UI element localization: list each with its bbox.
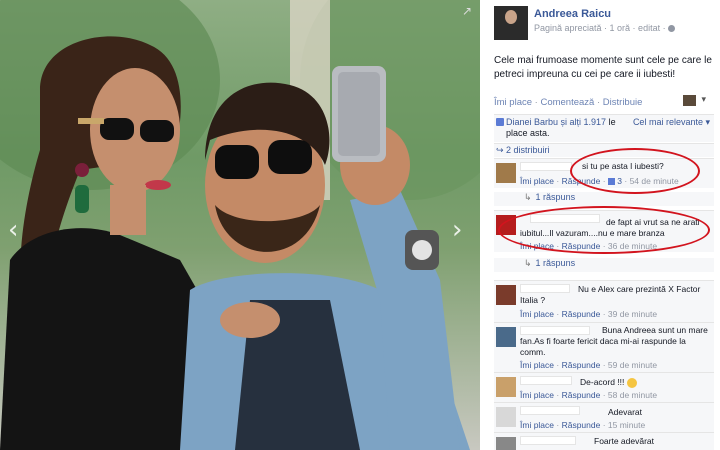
comment: Foarte adevărat [494,432,714,450]
comment: si tu pe asta l iubesti? Îmi place · Răs… [494,158,714,188]
page-thumbnail[interactable] [683,95,696,106]
comment-button[interactable]: Comentează [540,97,594,108]
reply-arrow-icon: ↳ [524,192,532,202]
post-actions: Îmi place · Comentează · Distribuie [494,97,642,108]
comment-reply-button[interactable]: Răspunde [562,176,601,186]
comment: de fapt ai vrut sa ne arati iubitul...Il… [494,210,714,252]
likes-text: Dianei Barbu și alți 1.917 le place asta… [506,117,626,139]
comment-like-button[interactable]: Îmi place [520,420,554,430]
comment-text: Nu e Alex care prezintă X Factor Italia … [520,284,701,305]
comment-time[interactable]: 58 de minute [608,390,657,400]
comment-actions: Îmi place · Răspunde · 58 de minute [520,390,658,400]
comment-reply-button[interactable]: Răspunde [562,360,601,370]
comment-reply-button[interactable]: Răspunde [562,309,601,319]
comment-sort-dropdown[interactable]: Cel mai relevante ▾ [633,117,710,128]
comment-actions: Îmi place · Răspunde · 36 de minute [520,241,658,251]
commenter-avatar[interactable] [496,215,516,235]
post-header: Andreea Raicu Pagină apreciată · 1 oră ·… [494,6,714,46]
commenter-avatar[interactable] [496,437,516,450]
comment-actions: Îmi place · Răspunde · 3 · 54 de minute [520,176,679,186]
expand-icon[interactable]: ↗ [462,4,472,18]
like-button[interactable]: Îmi place [494,97,532,108]
comment-time[interactable]: 15 minute [608,420,645,430]
post-text: Cele mai frumoase momente sunt cele pe c… [494,55,712,80]
comment-text: Foarte adevărat [594,436,655,446]
comment-text: De-acord !!! [580,377,700,388]
commenter-name-redacted [520,376,572,385]
author-name[interactable]: Andreea Raicu [534,8,611,20]
comment-time[interactable]: 59 de minute [608,360,657,370]
comment: Nu e Alex care prezintă X Factor Italia … [494,280,714,322]
globe-icon [668,25,676,33]
commenter-name-redacted [520,162,572,171]
replies-link[interactable]: ↳ 1 răspuns [494,192,714,206]
commenter-avatar[interactable] [496,285,516,305]
comment-actions: Îmi place · Răspunde · 59 de minute [520,360,658,370]
commenter-name-redacted [520,436,576,445]
post-meta: Pagină apreciată · 1 oră · editat · [534,23,676,33]
comment: De-acord !!! Îmi place · Răspunde · 58 d… [494,372,714,402]
comment-text: si tu pe asta l iubesti? [582,161,664,171]
comment-like-button[interactable]: Îmi place [520,360,554,370]
author-avatar[interactable] [494,6,528,40]
comment-like-button[interactable]: Îmi place [520,390,554,400]
dropdown-arrow-icon[interactable]: ▾ [701,94,706,105]
comment-text: de fapt ai vrut sa ne arati iubitul...Il… [520,217,700,238]
commenter-avatar[interactable] [496,377,516,397]
comment-reply-button[interactable]: Răspunde [562,390,601,400]
comments-panel: Andreea Raicu Pagină apreciată · 1 oră ·… [480,0,720,450]
comment-like-button[interactable]: Îmi place [520,241,554,251]
comment-text: Buna Andreea sunt un mare fan.As fi foar… [520,325,708,357]
reply-arrow-icon: ↳ [524,258,532,268]
comment-like-count[interactable]: 3 [617,176,622,186]
comment-like-button[interactable]: Îmi place [520,176,554,186]
commenter-avatar[interactable] [496,163,516,183]
comment-text: Adevarat [608,407,643,417]
commenter-avatar[interactable] [496,327,516,347]
share-button[interactable]: Distribuie [603,97,643,108]
comment: Buna Andreea sunt un mare fan.As fi foar… [494,322,714,372]
previous-photo-icon[interactable]: ‹ [8,215,18,245]
comment-actions: Îmi place · Răspunde · 15 minute [520,420,646,430]
post-photo[interactable]: ↗ ‹ › [0,0,480,450]
comment-reply-button[interactable]: Răspunde [562,241,601,251]
comment-time[interactable]: 54 de minute [630,176,679,186]
replies-count[interactable]: 1 răspuns [536,192,576,202]
like-thumb-icon [607,178,615,186]
commenter-name-redacted [520,406,580,415]
post-meta-text: Pagină apreciată · 1 oră · editat · [534,23,669,33]
comment-reply-button[interactable]: Răspunde [562,420,601,430]
comment-actions: Îmi place · Răspunde · 39 de minute [520,309,658,319]
comment-text-content: De-acord !!! [580,377,627,387]
comment-time[interactable]: 39 de minute [608,309,657,319]
shares-link[interactable]: ↪ 2 distribuiri [494,143,714,157]
replies-link[interactable]: ↳ 1 răspuns [494,258,714,272]
next-photo-icon[interactable]: › [452,215,462,245]
comment-like-button[interactable]: Îmi place [520,309,554,319]
replies-count[interactable]: 1 răspuns [536,258,576,268]
likes-summary: Dianei Barbu și alți 1.917 le place asta… [494,114,714,142]
likers-link[interactable]: Dianei Barbu și alți 1.917 [506,117,606,127]
comment-time[interactable]: 36 de minute [608,241,657,251]
commenter-avatar[interactable] [496,407,516,427]
selfie-couple-illustration [0,36,470,450]
comment: Adevarat Îmi place · Răspunde · 15 minut… [494,402,714,432]
smiley-emoji-icon [626,377,637,388]
like-thumb-icon [496,118,504,126]
